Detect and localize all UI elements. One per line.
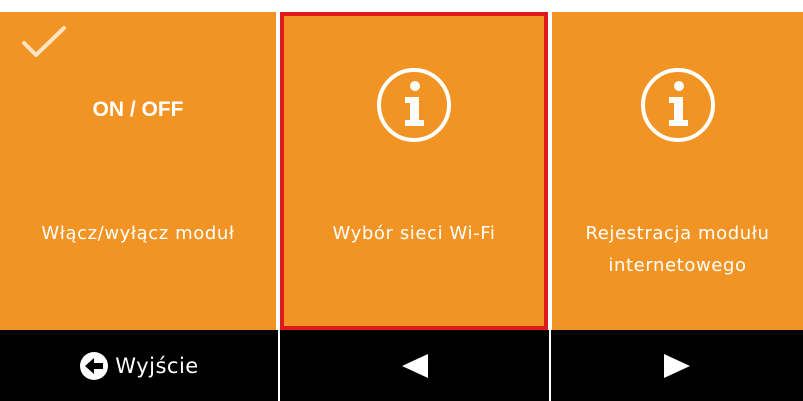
next-button[interactable] xyxy=(551,330,803,401)
previous-button[interactable] xyxy=(280,330,549,401)
checkmark-icon xyxy=(22,26,66,57)
tile-wifi-network-selection[interactable]: Wybór sieci Wi-Fi xyxy=(280,12,548,330)
exit-arrow-icon xyxy=(80,351,109,380)
exit-label: Wyjście xyxy=(115,353,199,378)
triangle-left-icon xyxy=(401,353,428,378)
tile-internet-module-registration[interactable]: Rejestracja modułu internetowego xyxy=(552,12,803,330)
exit-button[interactable]: Wyjście xyxy=(0,330,278,401)
triangle-right-icon xyxy=(664,353,690,378)
tile-label: Rejestracja modułu internetowego xyxy=(585,223,770,276)
info-icon xyxy=(640,68,715,142)
on-off-heading: ON / OFF xyxy=(92,98,184,121)
tile-label: Włącz/wyłącz moduł xyxy=(41,223,235,244)
tile-label: Wybór sieci Wi-Fi xyxy=(332,223,496,244)
tile-module-on-off[interactable]: ON / OFF Włącz/wyłącz moduł xyxy=(0,12,276,330)
info-icon xyxy=(377,68,451,142)
